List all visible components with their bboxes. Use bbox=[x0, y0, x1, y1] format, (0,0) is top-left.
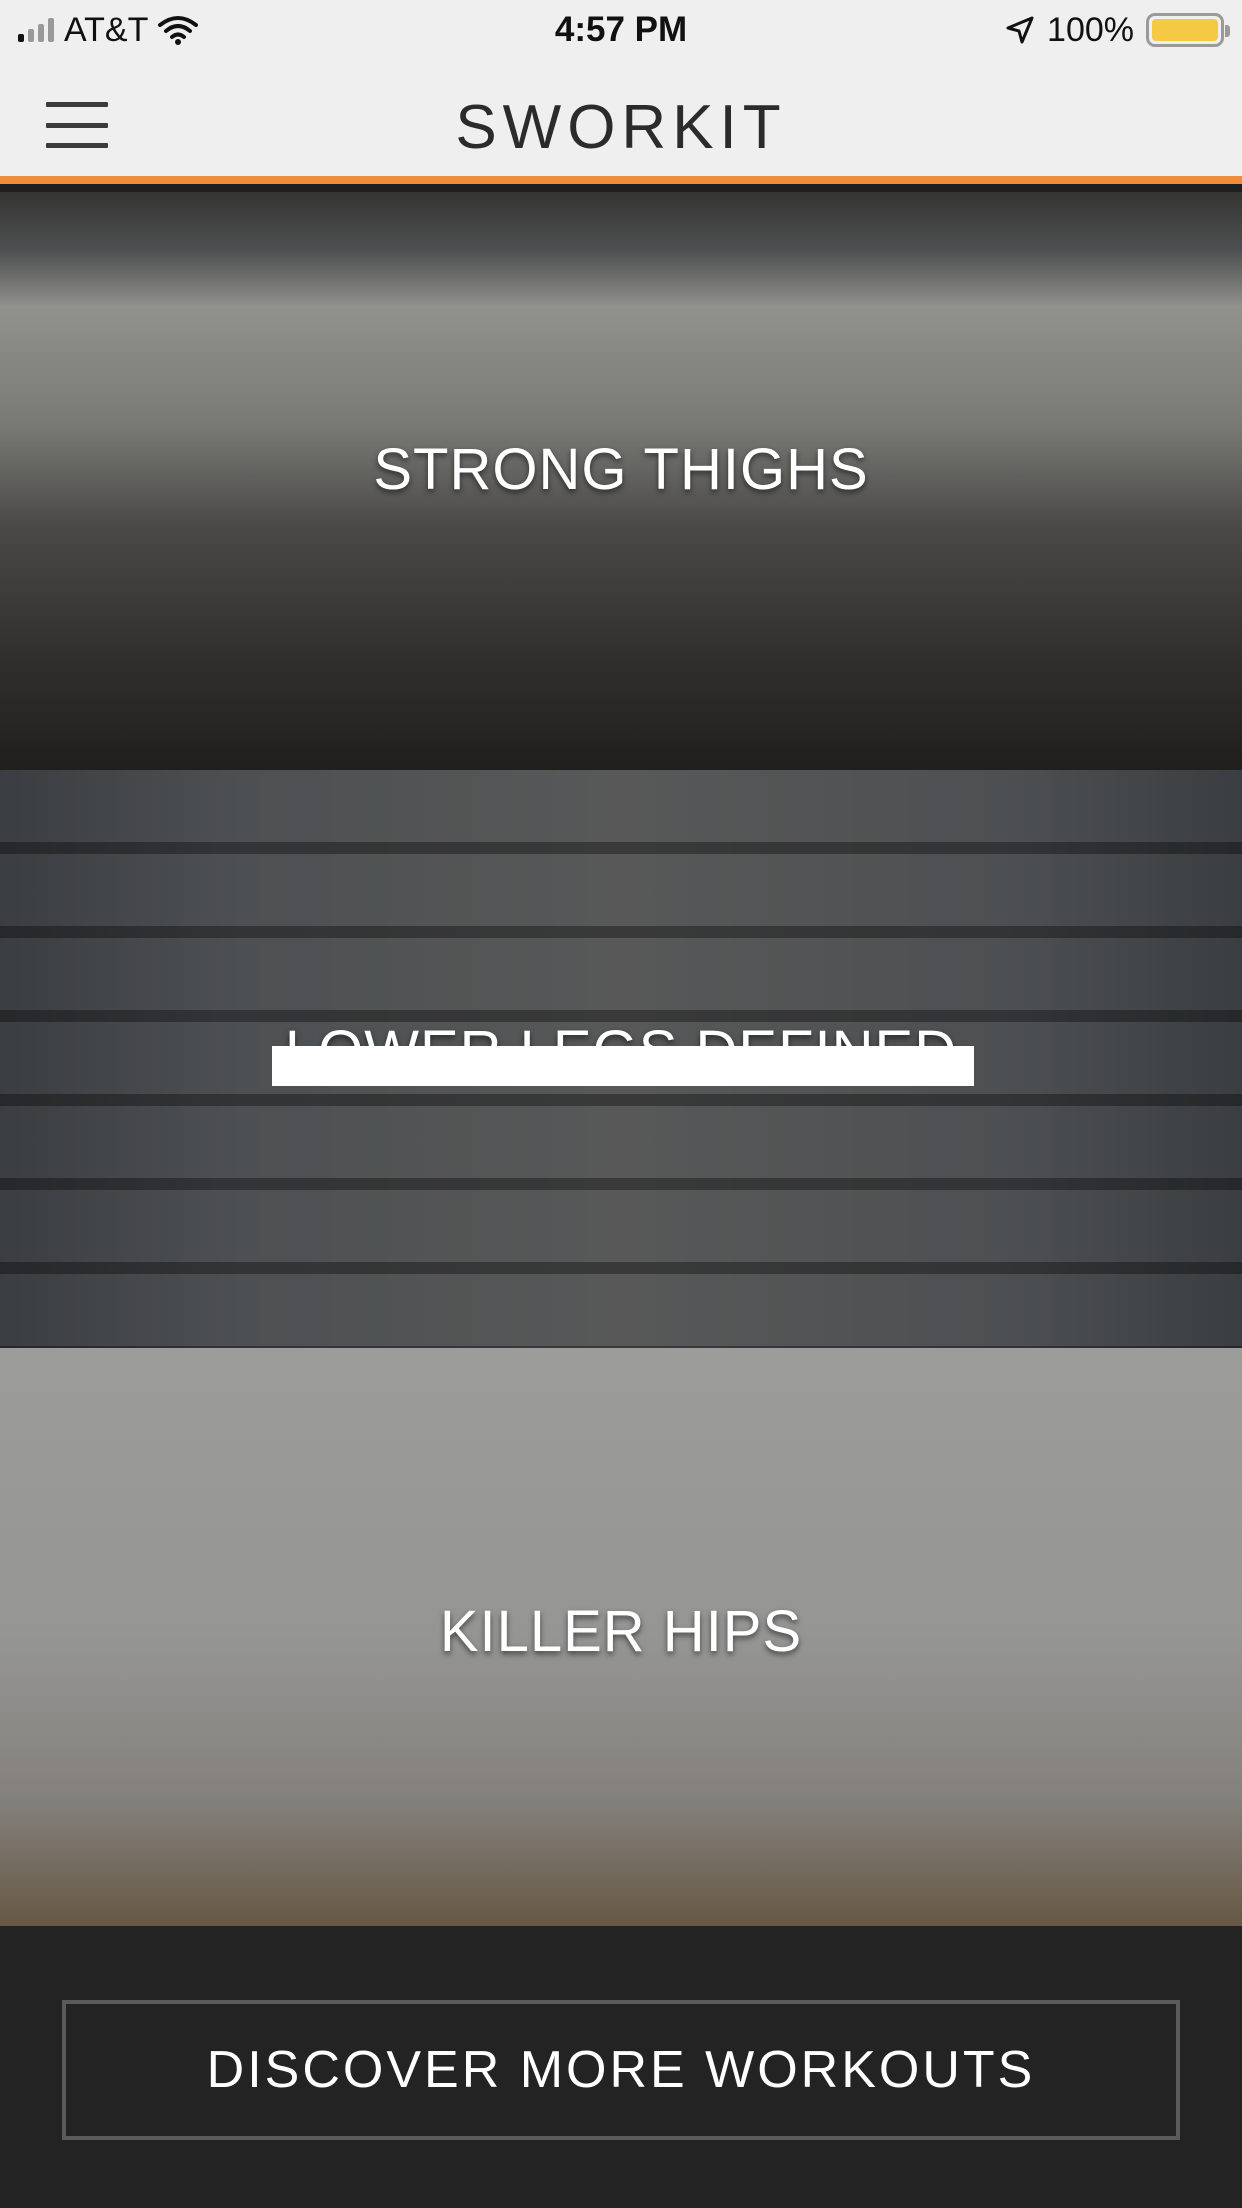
workout-tile-lower-legs-defined[interactable]: LOWER LEGS DEFINED bbox=[0, 770, 1242, 1348]
status-right: 100% bbox=[1005, 10, 1230, 50]
footer: DISCOVER MORE WORKOUTS bbox=[0, 1926, 1242, 2208]
workout-tile-strong-thighs[interactable]: STRONG THIGHS bbox=[0, 192, 1242, 770]
workout-title: KILLER HIPS bbox=[439, 1599, 803, 1664]
status-bar: AT&T 4:57 PM 100% bbox=[0, 0, 1242, 62]
location-arrow-icon bbox=[1006, 16, 1034, 44]
workout-tile-killer-hips[interactable]: KILLER HIPS bbox=[0, 1348, 1242, 1926]
app-header: SWORKIT bbox=[0, 62, 1242, 184]
battery-icon bbox=[1146, 13, 1230, 47]
sworkit-logo: SWORKIT bbox=[455, 93, 787, 162]
discover-more-workouts-button[interactable]: DISCOVER MORE WORKOUTS bbox=[62, 2000, 1180, 2140]
redaction-bar bbox=[272, 1046, 974, 1086]
workout-title: STRONG THIGHS bbox=[373, 437, 869, 502]
battery-percent: 100% bbox=[1047, 10, 1134, 49]
